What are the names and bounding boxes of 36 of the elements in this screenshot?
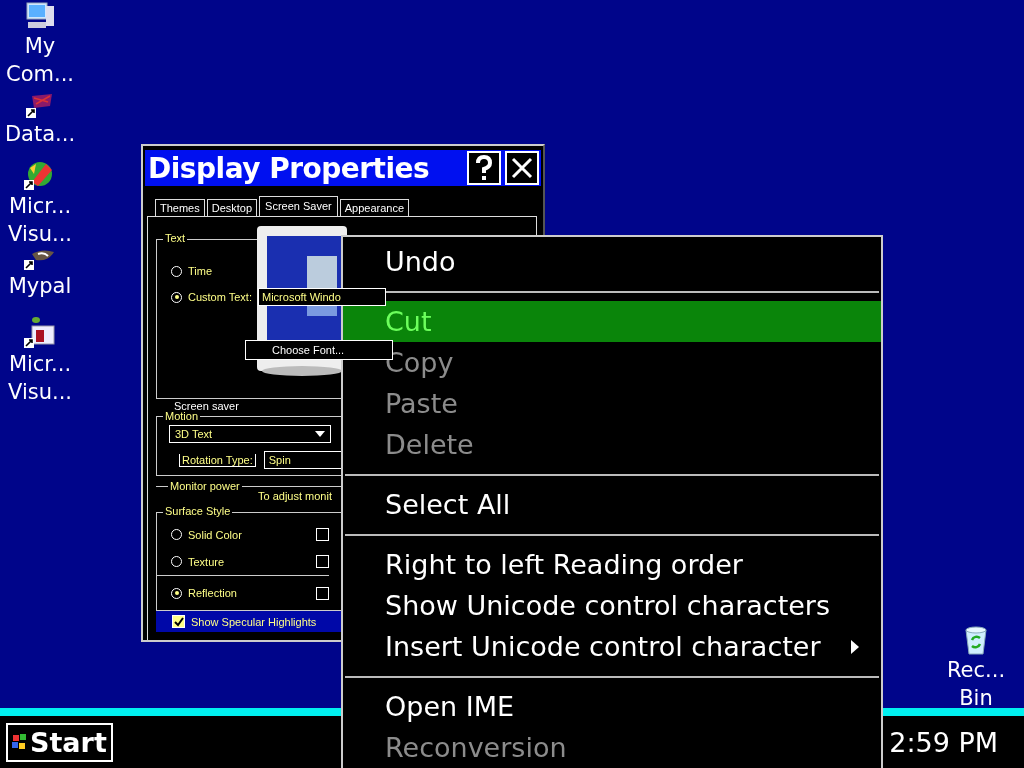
field-label: Rotation Type: — [179, 453, 256, 467]
menu-item[interactable]: Cut — [343, 301, 881, 342]
radio-label[interactable]: Texture — [188, 555, 225, 568]
radio-label[interactable]: Time — [188, 265, 213, 277]
menu-item[interactable]: Right to left Reading order — [343, 544, 881, 585]
radio-label[interactable]: Custom Text: — [188, 291, 252, 303]
window-title: Display Properties — [148, 151, 430, 185]
group-label: Text — [163, 232, 188, 244]
group-label: Monitor power — [168, 480, 242, 492]
radio-label[interactable]: Reflection — [188, 587, 237, 599]
desktop-icon-label[interactable]: Micr... Visu... — [8, 192, 72, 248]
radio-label[interactable]: Solid Color — [188, 528, 242, 541]
note-text: To adjust monit — [258, 490, 332, 502]
dropdown[interactable]: 3D Text — [169, 425, 331, 443]
tab[interactable]: Desktop — [206, 199, 258, 216]
desktop-icon-label[interactable]: Rec... Bin — [946, 656, 1006, 712]
menu-item[interactable]: Insert Unicode control character — [343, 626, 881, 667]
group-label: Motion — [163, 410, 201, 422]
clock: 2:59 PM — [889, 726, 998, 758]
tab[interactable]: Appearance — [339, 199, 410, 216]
desktop-icon-label[interactable]: My Com... — [6, 32, 74, 88]
menu-item[interactable]: Undo — [343, 241, 881, 282]
menu-item[interactable]: Open IME — [343, 686, 881, 727]
menu-item[interactable]: Show Unicode control characters — [343, 585, 881, 626]
tab[interactable]: Themes — [155, 199, 205, 216]
checkbox-label[interactable]: Show Specular Highlights — [191, 615, 317, 628]
tab[interactable]: Screen Saver — [259, 196, 338, 216]
start-button[interactable]: Start — [6, 722, 113, 762]
group-label: Surface Style — [163, 505, 233, 517]
desktop-icon-label[interactable]: Micr... Visu... — [8, 350, 72, 406]
group-label: Screen saver — [174, 401, 239, 412]
desktop-icon-label[interactable]: Mypal — [8, 272, 72, 300]
text-field[interactable]: Microsoft Windo — [258, 288, 386, 306]
choose-font-button[interactable]: Choose Font... — [245, 340, 393, 360]
desktop-icon-label[interactable]: Data... — [4, 120, 76, 148]
menu-item[interactable]: Select All — [343, 484, 881, 525]
